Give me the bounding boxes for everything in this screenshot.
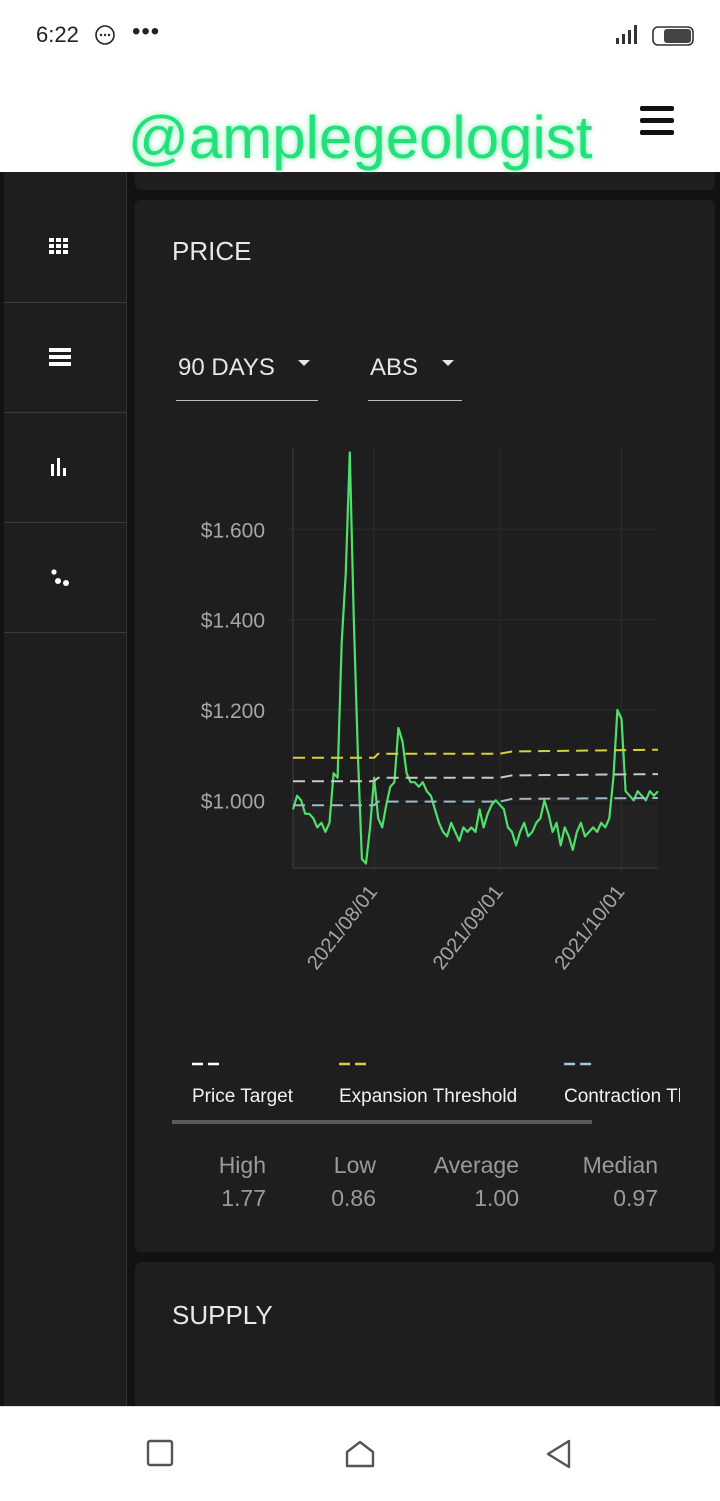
sidebar-item-charts[interactable] bbox=[4, 412, 126, 523]
status-bar: 6:22 ••• bbox=[0, 0, 720, 72]
stat-value: 1.77 bbox=[221, 1185, 266, 1211]
stat-label: High bbox=[218, 1152, 266, 1178]
sidebar-item-distribution[interactable] bbox=[4, 522, 126, 633]
stat-value: 0.86 bbox=[331, 1185, 376, 1211]
stat-low: Low 0.86 bbox=[310, 1152, 376, 1212]
battery-icon bbox=[652, 26, 694, 46]
stat-median: Median 0.97 bbox=[560, 1152, 658, 1212]
chart-grid bbox=[287, 448, 658, 874]
y-tick-label: $1.600 bbox=[201, 519, 265, 542]
recent-apps-icon[interactable] bbox=[146, 1439, 174, 1467]
supply-card bbox=[135, 1262, 715, 1406]
y-tick-label: $1.000 bbox=[201, 790, 265, 813]
legend-scrollbar[interactable] bbox=[172, 1120, 592, 1124]
notification-icon bbox=[95, 25, 115, 45]
chart-series bbox=[291, 451, 659, 865]
sidebar bbox=[4, 172, 127, 1406]
mode-select[interactable]: ABS bbox=[368, 346, 462, 401]
y-tick-label: $1.200 bbox=[201, 700, 265, 723]
bar-chart-icon bbox=[51, 458, 66, 476]
x-tick-label: 2021/08/01 bbox=[303, 882, 382, 974]
y-tick-label: $1.400 bbox=[201, 610, 265, 633]
signal-icon bbox=[616, 25, 637, 44]
series-line-contraction-threshold bbox=[293, 797, 659, 807]
series-line-expansion-threshold bbox=[293, 748, 659, 759]
legend-swatch bbox=[564, 1062, 592, 1066]
chevron-down-icon bbox=[298, 360, 310, 366]
scatter-icon bbox=[51, 569, 69, 586]
series-line-price bbox=[291, 451, 659, 865]
hamburger-menu-icon[interactable] bbox=[640, 106, 674, 136]
stat-label: Median bbox=[582, 1152, 658, 1178]
status-time: 6:22 bbox=[36, 22, 79, 47]
stat-label: Average bbox=[433, 1152, 519, 1178]
sidebar-item-list[interactable] bbox=[4, 302, 126, 413]
x-tick-label: 2021/09/01 bbox=[429, 882, 508, 974]
legend-label: Price Target bbox=[192, 1086, 294, 1107]
grid-icon bbox=[49, 238, 68, 254]
stat-label: Low bbox=[333, 1152, 376, 1178]
system-navigation-bar bbox=[0, 1406, 720, 1501]
price-card-title: PRICE bbox=[172, 236, 252, 266]
series-line-price-target bbox=[293, 773, 659, 783]
plot-shade bbox=[293, 804, 658, 868]
legend-swatch bbox=[339, 1062, 367, 1066]
supply-card-title: SUPPLY bbox=[172, 1300, 273, 1330]
period-select[interactable]: 90 DAYS bbox=[176, 346, 318, 401]
list-icon bbox=[49, 348, 71, 366]
sidebar-item-dashboard[interactable] bbox=[4, 192, 126, 303]
back-icon[interactable] bbox=[544, 1439, 574, 1469]
chart-legend[interactable]: Price Target Expansion Threshold Contrac… bbox=[135, 1040, 680, 1130]
x-tick-label: 2021/10/01 bbox=[550, 882, 629, 974]
chevron-down-icon bbox=[442, 360, 454, 366]
watermark: @amplegeologist bbox=[128, 104, 593, 171]
stat-value: 1.00 bbox=[474, 1185, 519, 1211]
more-notifications-icon: ••• bbox=[132, 18, 161, 45]
mode-select-value: ABS bbox=[370, 354, 419, 381]
previous-card bbox=[135, 172, 715, 190]
home-icon[interactable] bbox=[344, 1439, 376, 1469]
stat-average: Average 1.00 bbox=[420, 1152, 519, 1212]
chart-ticks: $1.600 $1.400 $1.200 $1.000 2021/08/01 2021/0… bbox=[201, 519, 630, 974]
legend-label: Contraction Threshold bbox=[564, 1086, 680, 1107]
legend-label: Expansion Threshold bbox=[339, 1086, 518, 1107]
period-select-value: 90 DAYS bbox=[178, 354, 275, 381]
stat-high: High 1.77 bbox=[200, 1152, 266, 1212]
stat-value: 0.97 bbox=[613, 1185, 658, 1211]
price-chart: $1.600 $1.400 $1.200 $1.000 2021/08/01 2021/0… bbox=[201, 448, 659, 974]
legend-swatch bbox=[192, 1062, 220, 1066]
